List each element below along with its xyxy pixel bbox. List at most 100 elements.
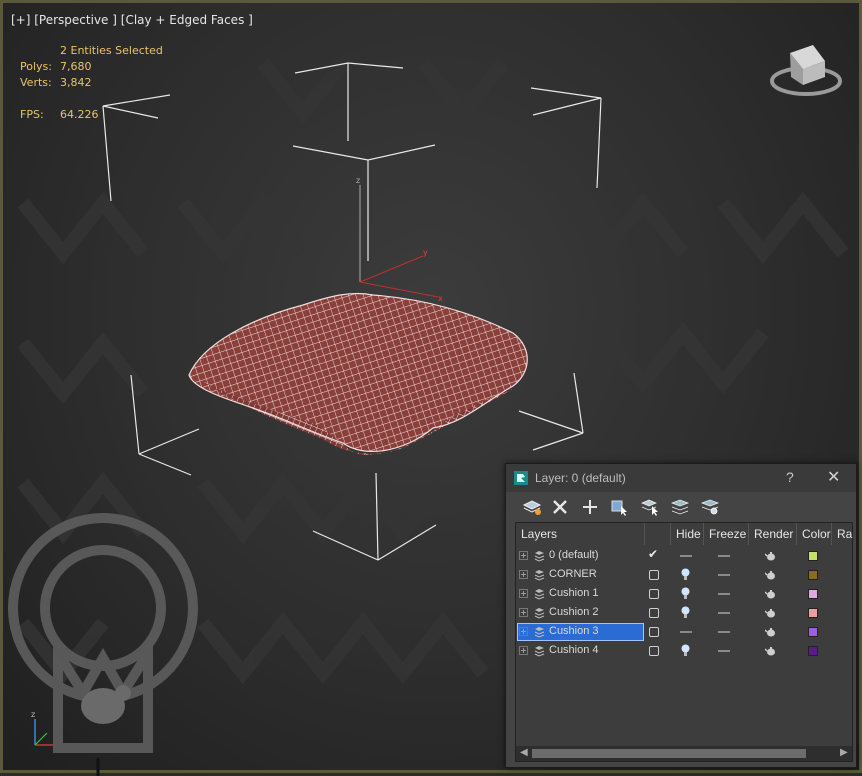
axis-z-label: z bbox=[356, 176, 360, 185]
layer-icon bbox=[534, 646, 545, 657]
column-header-freeze[interactable]: Freeze bbox=[704, 523, 749, 545]
layer-color-swatch[interactable] bbox=[808, 570, 818, 580]
column-header-layers[interactable]: Layers bbox=[516, 523, 645, 545]
render-teapot-icon[interactable] bbox=[765, 570, 776, 580]
column-header-color[interactable]: Color bbox=[797, 523, 832, 545]
freeze-toggle[interactable] bbox=[718, 574, 730, 576]
lightbulb-icon[interactable] bbox=[681, 606, 690, 619]
expand-icon[interactable] bbox=[519, 570, 528, 579]
scroll-right-icon[interactable]: ▶ bbox=[840, 747, 848, 758]
column-header-current[interactable] bbox=[645, 523, 671, 545]
freeze-toggle[interactable] bbox=[718, 631, 730, 633]
layer-name[interactable]: CORNER bbox=[549, 568, 597, 580]
verts-label: Verts: bbox=[20, 76, 52, 89]
fps-value: 64.226 bbox=[60, 108, 99, 121]
render-teapot-icon[interactable] bbox=[765, 608, 776, 618]
polys-stat: Polys: 7,680 bbox=[20, 60, 140, 74]
delete-layer-icon[interactable] bbox=[549, 497, 571, 517]
layer-name[interactable]: Cushion 3 bbox=[549, 625, 599, 637]
expand-icon[interactable] bbox=[519, 627, 528, 636]
layer-row[interactable]: Cushion 4 bbox=[516, 642, 852, 661]
viewport-plus-menu[interactable]: [+] bbox=[11, 13, 30, 27]
render-teapot-icon[interactable] bbox=[765, 646, 776, 656]
set-current-layer-toggle[interactable] bbox=[649, 608, 659, 618]
layer-icon bbox=[534, 570, 545, 581]
selection-count: 2 Entities Selected bbox=[60, 44, 163, 57]
current-layer-check-icon[interactable]: ✔ bbox=[648, 547, 658, 561]
add-to-layer-icon[interactable] bbox=[579, 497, 601, 517]
layer-row[interactable]: 0 (default) ✔ bbox=[516, 547, 852, 566]
lightbulb-icon[interactable] bbox=[681, 644, 690, 657]
render-teapot-icon[interactable] bbox=[765, 627, 776, 637]
lightbulb-icon[interactable] bbox=[681, 587, 690, 600]
set-current-layer-toggle[interactable] bbox=[649, 570, 659, 580]
highlight-selected-layers-icon[interactable] bbox=[639, 497, 661, 517]
axis-x-label: x bbox=[438, 294, 443, 303]
freeze-toggle[interactable] bbox=[718, 650, 730, 652]
scroll-left-icon[interactable]: ◀ bbox=[520, 747, 528, 758]
layer-color-swatch[interactable] bbox=[808, 589, 818, 599]
layer-name[interactable]: Cushion 1 bbox=[549, 587, 599, 599]
layer-row[interactable]: Cushion 2 bbox=[516, 604, 852, 623]
layer-color-swatch[interactable] bbox=[808, 551, 818, 561]
select-objects-in-layer-icon[interactable] bbox=[609, 497, 631, 517]
set-current-layer-toggle[interactable] bbox=[649, 646, 659, 656]
layer-row[interactable]: Cushion 1 bbox=[516, 585, 852, 604]
tripod-z-label: z bbox=[31, 710, 35, 719]
hide-all-layers-icon[interactable] bbox=[669, 497, 691, 517]
layer-icon bbox=[534, 608, 545, 619]
dialog-title: Layer: 0 (default) bbox=[535, 471, 626, 485]
verts-stat: Verts: 3,842 bbox=[20, 76, 140, 90]
set-current-layer-toggle[interactable] bbox=[649, 627, 659, 637]
viewport-view-menu[interactable]: [Perspective ] bbox=[34, 13, 117, 27]
expand-icon[interactable] bbox=[519, 589, 528, 598]
render-teapot-icon[interactable] bbox=[765, 589, 776, 599]
freeze-toggle[interactable] bbox=[718, 555, 730, 557]
expand-icon[interactable] bbox=[519, 608, 528, 617]
layer-color-swatch[interactable] bbox=[808, 627, 818, 637]
viewport-shading-menu[interactable]: [Clay + Edged Faces ] bbox=[121, 13, 253, 27]
lightbulb-icon[interactable] bbox=[681, 568, 690, 581]
expand-icon[interactable] bbox=[519, 646, 528, 655]
close-button[interactable]: ✕ bbox=[827, 467, 840, 487]
polys-value: 7,680 bbox=[60, 60, 92, 73]
layer-name[interactable]: Cushion 4 bbox=[549, 644, 599, 656]
cushion-mesh[interactable] bbox=[188, 292, 528, 455]
horizontal-scrollbar[interactable]: ◀ ▶ bbox=[516, 746, 852, 761]
expand-icon[interactable] bbox=[519, 551, 528, 560]
scrollbar-thumb[interactable] bbox=[532, 749, 806, 758]
column-header-hide[interactable]: Hide bbox=[671, 523, 704, 545]
freeze-toggle[interactable] bbox=[718, 593, 730, 595]
pivot-axis-gizmo: z x y bbox=[356, 176, 443, 303]
world-axis-tripod: z bbox=[31, 710, 53, 746]
layer-icon bbox=[534, 551, 545, 562]
hidden-indicator[interactable] bbox=[680, 555, 692, 557]
verts-value: 3,842 bbox=[60, 76, 92, 89]
layer-color-swatch[interactable] bbox=[808, 608, 818, 618]
polys-label: Polys: bbox=[20, 60, 52, 73]
layer-color-swatch[interactable] bbox=[808, 646, 818, 656]
render-teapot-icon[interactable] bbox=[765, 551, 776, 561]
layer-icon bbox=[534, 589, 545, 600]
layer-row[interactable]: CORNER bbox=[516, 566, 852, 585]
fps-stat: FPS: 64.226 bbox=[20, 108, 140, 122]
viewcube-navigation[interactable] bbox=[770, 45, 842, 96]
layer-toolbar bbox=[506, 492, 856, 522]
column-header-render[interactable]: Render bbox=[749, 523, 797, 545]
dialog-title-bar[interactable]: Layer: 0 (default) ? ✕ bbox=[506, 464, 856, 492]
column-header-radiosity[interactable]: Ra bbox=[832, 523, 852, 545]
axis-y-label: y bbox=[423, 248, 428, 257]
app-logo-icon bbox=[514, 471, 528, 485]
layers-list[interactable]: Layers Hide Freeze Render Color Ra 0 (de… bbox=[515, 522, 853, 762]
layer-manager-dialog: Layer: 0 (default) ? ✕ Layers Hide Freez… bbox=[505, 463, 857, 768]
hidden-indicator[interactable] bbox=[680, 631, 692, 633]
help-button[interactable]: ? bbox=[786, 469, 794, 485]
freeze-all-layers-icon[interactable] bbox=[699, 497, 721, 517]
freeze-toggle[interactable] bbox=[718, 612, 730, 614]
create-layer-from-selection-icon[interactable] bbox=[521, 497, 543, 517]
layer-row[interactable]: Cushion 3 bbox=[516, 623, 852, 642]
layer-name[interactable]: 0 (default) bbox=[549, 549, 599, 561]
layer-name[interactable]: Cushion 2 bbox=[549, 606, 599, 618]
layer-icon bbox=[534, 627, 545, 638]
set-current-layer-toggle[interactable] bbox=[649, 589, 659, 599]
